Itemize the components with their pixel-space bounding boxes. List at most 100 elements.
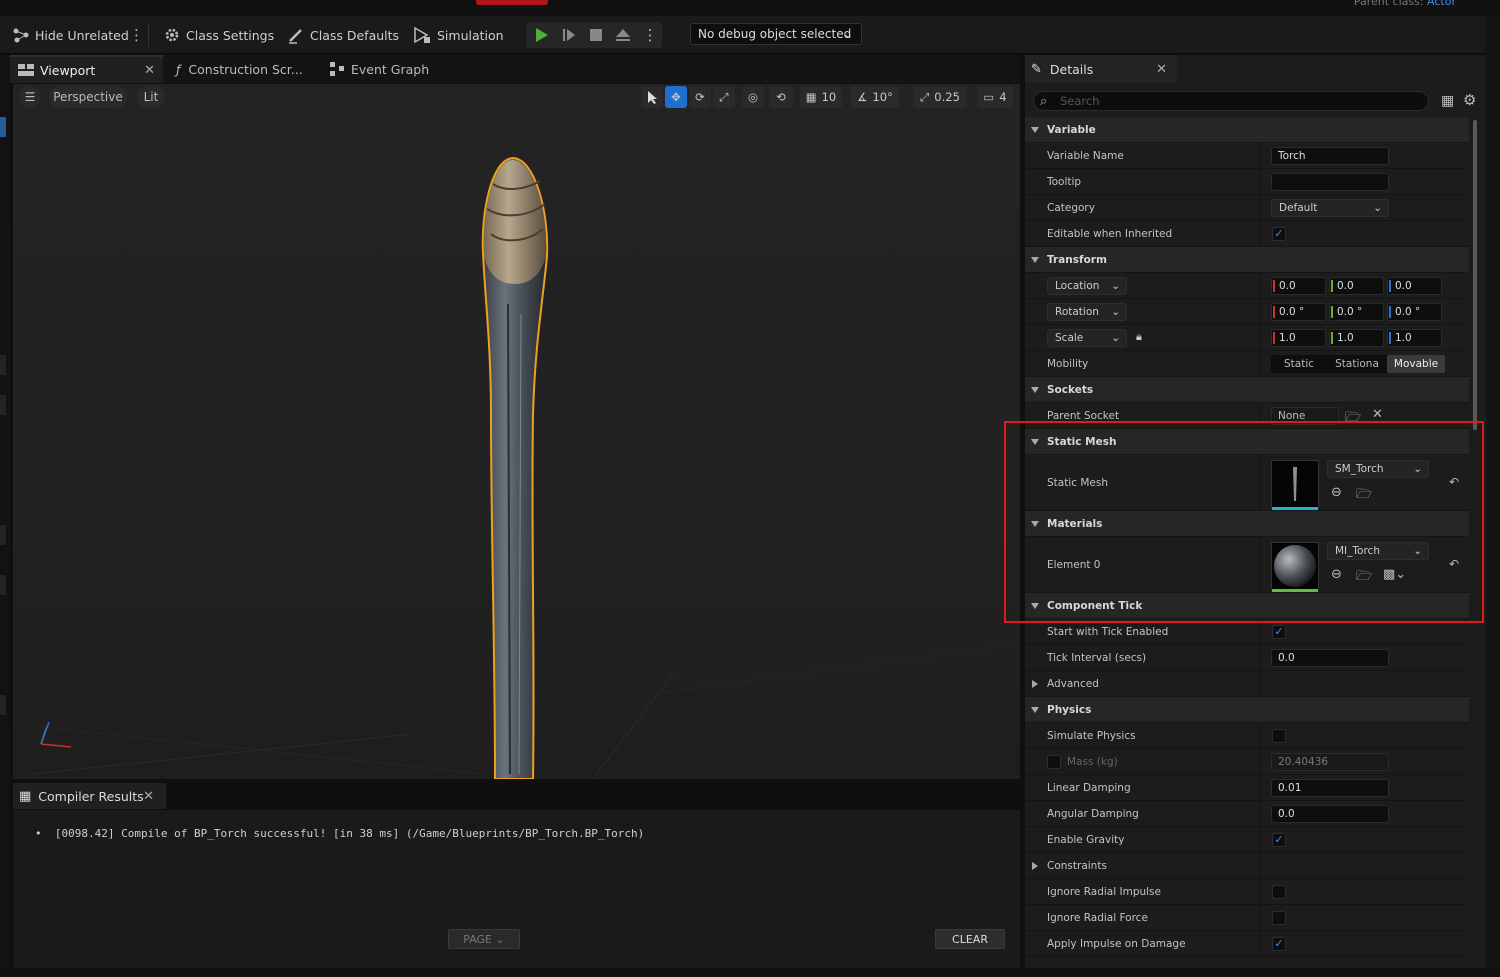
gear-icon[interactable]: ⚙ bbox=[1463, 91, 1476, 109]
dock-tab[interactable] bbox=[0, 575, 6, 595]
status-bar bbox=[0, 968, 1500, 977]
viewport-icon bbox=[18, 64, 34, 76]
hide-unrelated-options-icon[interactable]: ⋮ bbox=[129, 26, 144, 44]
debug-object-select[interactable]: No debug object selected ⌄ bbox=[690, 23, 862, 45]
clear-button[interactable]: CLEAR bbox=[935, 929, 1005, 949]
rotation-x-input[interactable]: 0.0 ° bbox=[1271, 303, 1326, 321]
class-defaults-label: Class Defaults bbox=[310, 27, 400, 43]
play-options-icon[interactable]: ⋮ bbox=[641, 26, 659, 44]
axis-gizmo bbox=[40, 721, 72, 748]
chevron-down-icon: ⌄ bbox=[495, 932, 505, 946]
table-view-icon[interactable]: ▦ bbox=[1441, 93, 1454, 109]
ignore-radial-impulse-checkbox[interactable] bbox=[1272, 885, 1286, 899]
parent-class-label: Parent class: Actor bbox=[1354, 0, 1456, 8]
event-graph-icon bbox=[330, 62, 344, 76]
location-dropdown[interactable]: Location ⌄ bbox=[1047, 277, 1127, 295]
row-category: Category Default ⌄ bbox=[1025, 195, 1469, 221]
highlight-annotation-box bbox=[1004, 421, 1484, 623]
clear-label: CLEAR bbox=[952, 932, 988, 946]
close-icon[interactable]: ✕ bbox=[144, 63, 155, 78]
dock-tab[interactable] bbox=[0, 117, 6, 137]
eject-icon[interactable] bbox=[614, 26, 632, 44]
variable-name-input[interactable]: Torch bbox=[1271, 147, 1389, 165]
gear-icon bbox=[165, 28, 179, 42]
page-button[interactable]: PAGE ⌄ bbox=[448, 929, 520, 949]
details-search-input[interactable]: ⌕ Search bbox=[1033, 91, 1429, 111]
details-scrollbar[interactable] bbox=[1473, 120, 1477, 430]
chevron-down-icon: ⌄ bbox=[1111, 280, 1120, 292]
viewport[interactable]: ☰ Perspective Lit ✥ ⟳ ⤢ ◎ ⟲ ▦ 10 ∡ 10° ⤢ 0.… bbox=[13, 84, 1020, 779]
dock-tab[interactable] bbox=[0, 695, 6, 715]
chevron-down-icon: ⌄ bbox=[842, 27, 853, 41]
row-tick-interval: Tick Interval (secs) 0.0 bbox=[1025, 645, 1469, 671]
tab-compiler-results[interactable]: ▦ Compiler Results ✕ bbox=[13, 783, 166, 809]
chevron-down-icon: ⌄ bbox=[1111, 306, 1120, 318]
close-icon[interactable]: ✕ bbox=[143, 789, 154, 804]
clear-socket-icon[interactable]: ✕ bbox=[1372, 407, 1383, 422]
tab-construction-label: Construction Scr... bbox=[188, 61, 303, 77]
torch-mesh[interactable] bbox=[481, 156, 549, 779]
tooltip-input[interactable] bbox=[1271, 173, 1389, 191]
rotation-dropdown[interactable]: Rotation ⌄ bbox=[1047, 303, 1127, 321]
row-mass: Mass (kg) 20.40436 bbox=[1025, 749, 1469, 775]
row-editable-inherited: Editable when Inherited ✓ bbox=[1025, 221, 1469, 247]
ignore-radial-force-checkbox[interactable] bbox=[1272, 911, 1286, 925]
editable-inherited-checkbox[interactable]: ✓ bbox=[1272, 227, 1286, 241]
category-physics[interactable]: Physics bbox=[1025, 697, 1469, 723]
editor-tab-bar: Viewport ✕ ƒ Construction Scr... Event G… bbox=[10, 55, 1020, 83]
simulate-physics-checkbox[interactable] bbox=[1272, 729, 1286, 743]
tab-viewport[interactable]: Viewport ✕ bbox=[10, 55, 163, 83]
rotation-y-input[interactable]: 0.0 ° bbox=[1329, 303, 1384, 321]
location-x-input[interactable]: 0.0 bbox=[1271, 277, 1326, 295]
parent-class-link[interactable]: Actor bbox=[1427, 0, 1456, 8]
start-tick-checkbox[interactable]: ✓ bbox=[1272, 625, 1286, 639]
simulation-label: Simulation bbox=[437, 27, 504, 43]
scale-dropdown[interactable]: Scale ⌄ bbox=[1047, 329, 1127, 347]
dock-tab[interactable] bbox=[0, 355, 6, 375]
play-icon[interactable] bbox=[532, 26, 550, 44]
search-placeholder: Search bbox=[1060, 94, 1100, 108]
dock-tab[interactable] bbox=[0, 525, 6, 545]
lock-icon[interactable]: 🔒︎ bbox=[1136, 330, 1142, 344]
enable-gravity-checkbox[interactable]: ✓ bbox=[1272, 833, 1286, 847]
stop-icon[interactable] bbox=[587, 26, 605, 44]
mass-override-checkbox[interactable] bbox=[1047, 755, 1061, 769]
category-dropdown[interactable]: Default ⌄ bbox=[1271, 199, 1389, 217]
class-settings-label: Class Settings bbox=[186, 27, 275, 43]
scale-z-input[interactable]: 1.0 bbox=[1387, 329, 1442, 347]
linear-damping-input[interactable]: 0.01 bbox=[1271, 779, 1389, 797]
row-tooltip: Tooltip bbox=[1025, 169, 1469, 195]
compiler-log-icon: ▦ bbox=[19, 788, 32, 804]
tab-construction-script[interactable]: ƒ Construction Scr... bbox=[168, 55, 318, 83]
location-z-input[interactable]: 0.0 bbox=[1387, 277, 1442, 295]
category-variable[interactable]: Variable bbox=[1025, 117, 1469, 143]
location-y-input[interactable]: 0.0 bbox=[1329, 277, 1384, 295]
angular-damping-input[interactable]: 0.0 bbox=[1271, 805, 1389, 823]
active-indicator bbox=[476, 0, 548, 5]
class-settings-button[interactable]: Class Settings bbox=[163, 25, 274, 45]
step-icon[interactable] bbox=[560, 26, 578, 44]
simulation-button[interactable]: Simulation bbox=[412, 25, 504, 45]
scale-y-input[interactable]: 1.0 bbox=[1329, 329, 1384, 347]
mobility-stationary[interactable]: Stationa bbox=[1329, 355, 1385, 373]
tab-details[interactable]: ✎ Details ✕ bbox=[1025, 55, 1177, 83]
tick-interval-input[interactable]: 0.0 bbox=[1271, 649, 1389, 667]
mobility-static[interactable]: Static bbox=[1271, 355, 1327, 373]
category-transform[interactable]: Transform bbox=[1025, 247, 1469, 273]
class-defaults-button[interactable]: Class Defaults bbox=[287, 25, 399, 45]
category-sockets[interactable]: Sockets bbox=[1025, 377, 1469, 403]
rotation-z-input[interactable]: 0.0 ° bbox=[1387, 303, 1442, 321]
scale-x-input[interactable]: 1.0 bbox=[1271, 329, 1326, 347]
row-variable-name: Variable Name Torch bbox=[1025, 143, 1469, 169]
category-advanced[interactable]: Advanced bbox=[1025, 671, 1469, 697]
close-icon[interactable]: ✕ bbox=[1156, 62, 1167, 77]
dock-tab[interactable] bbox=[0, 395, 6, 415]
tab-event-graph[interactable]: Event Graph bbox=[322, 55, 452, 83]
mass-input: 20.40436 bbox=[1271, 753, 1389, 771]
compile-message-text: [0098.42] Compile of BP_Torch successful… bbox=[54, 827, 645, 840]
apply-impulse-checkbox[interactable]: ✓ bbox=[1272, 937, 1286, 951]
mobility-movable[interactable]: Movable bbox=[1387, 355, 1445, 373]
window-edge bbox=[1486, 16, 1500, 977]
category-constraints[interactable]: Constraints bbox=[1025, 853, 1469, 879]
hide-unrelated-button[interactable]: Hide Unrelated bbox=[12, 25, 129, 45]
